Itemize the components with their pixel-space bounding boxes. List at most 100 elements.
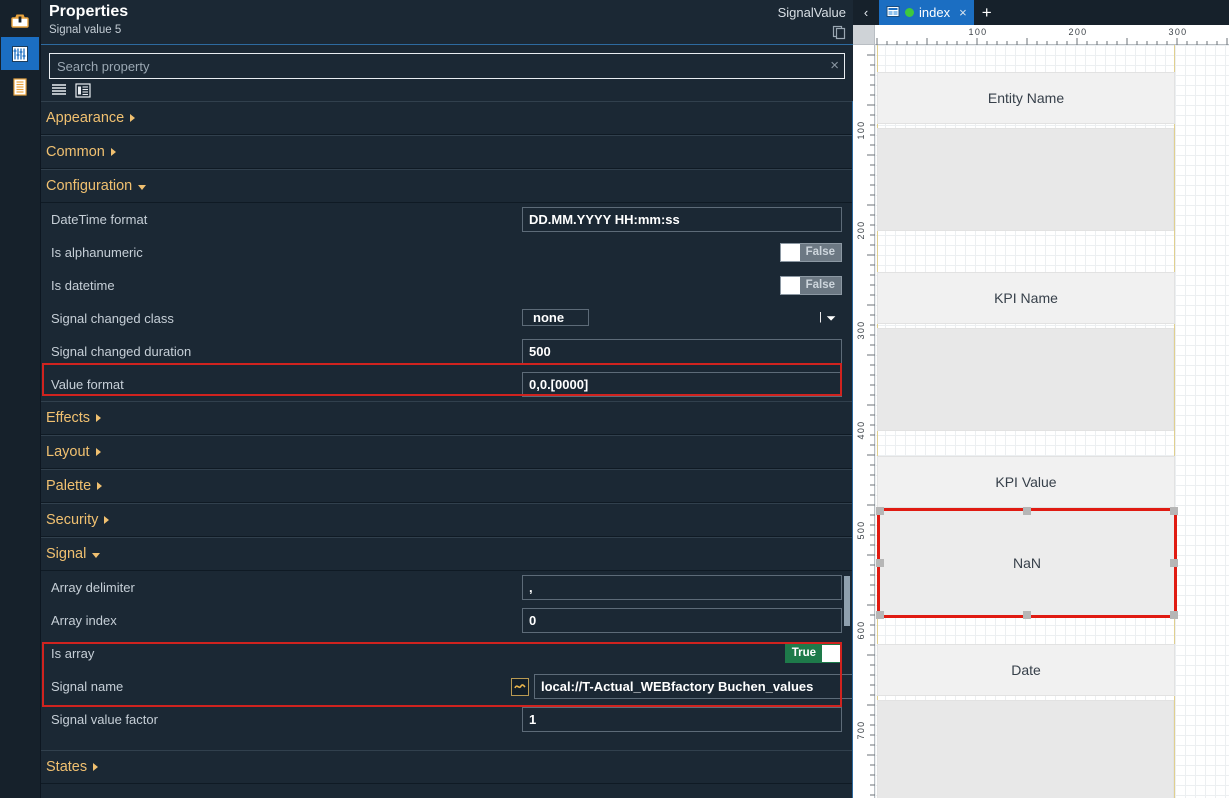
property-group-effects[interactable]: Effects [41,401,852,435]
chevron-down-icon[interactable]: ⏷ [826,310,836,326]
ruler-horizontal: 100 200 300 [853,25,1229,45]
view-mode-buttons [41,79,853,101]
widget-panel-1[interactable] [877,128,1174,231]
property-label: Signal value factor [51,712,158,727]
properties-panel: Properties Signal value 5 SignalValue × [41,0,853,798]
application-window: Properties Signal value 5 SignalValue × [0,0,1229,798]
widget-panel-2[interactable] [877,328,1174,431]
property-label: Signal name [51,679,124,694]
close-icon[interactable]: × [959,5,967,20]
chevron-right-icon [97,482,103,490]
datetime-format-input[interactable] [522,207,842,232]
property-group-palette[interactable]: Palette [41,469,852,503]
property-row-value-format: Value format [41,368,852,401]
resize-handle-nw[interactable] [876,507,884,515]
ruler-h-tick: 300 [1169,27,1188,37]
clear-search-icon[interactable]: × [830,57,839,75]
property-label: Is array [51,646,95,661]
ruler-h-tick: 200 [1069,27,1088,37]
widget-date[interactable]: Date [877,644,1175,696]
property-row-is-alphanumeric: Is alphanumeric False [41,236,852,269]
is-datetime-toggle[interactable]: False [779,276,842,295]
widget-label: KPI Value [995,474,1057,490]
ruler-vertical-ticks: 100 200 300 400 500 600 700 [856,54,875,796]
widget-label: NaN [1012,555,1041,571]
property-group-common[interactable]: Common [41,135,852,169]
resize-handle-e[interactable] [1170,559,1178,567]
array-index-input[interactable] [522,608,842,633]
resize-handle-s[interactable] [1023,611,1031,619]
group-label: Layout [46,444,90,460]
resize-handle-w[interactable] [876,559,884,567]
ruler-origin-corner[interactable] [853,25,875,45]
group-label: Signal [46,546,87,562]
properties-icon [12,45,28,62]
widget-entity-name[interactable]: Entity Name [877,72,1175,124]
chevron-right-icon [110,148,116,156]
property-group-security[interactable]: Security [41,503,852,537]
signal-value-factor-input[interactable] [522,707,842,732]
widget-label: KPI Name [994,290,1058,306]
search-property-wrap: × [49,53,845,79]
group-label: Effects [46,410,91,426]
property-group-configuration[interactable]: Configuration [41,169,852,203]
ruler-h-tick: 100 [969,27,988,37]
ruler-horizontal-ticks: 100 200 300 [876,27,1228,45]
left-icon-rail [0,0,41,798]
design-canvas[interactable]: Entity Name KPI Name KPI Value NaN Date … [853,25,1229,798]
property-label: Is alphanumeric [51,245,143,260]
property-group-appearance[interactable]: Appearance [41,101,852,135]
ruler-v-tick: 500 [856,521,866,540]
properties-scrollbar[interactable] [844,576,850,626]
elements-list-icon-button[interactable] [1,70,39,103]
list-view-icon[interactable] [51,83,67,99]
widget-kpi-value[interactable]: KPI Value [877,456,1175,508]
add-tab-icon[interactable]: + [974,0,1000,25]
search-input[interactable] [49,53,845,79]
toggle-value: False [805,279,835,291]
signal-changed-class-select[interactable]: none [522,309,590,326]
property-group-signal[interactable]: Signal [41,537,852,571]
tab-scroll-left-icon[interactable]: ‹ [853,0,879,25]
properties-list: Appearance Common Configuration DateTime… [41,101,853,798]
widget-signal-value-nan[interactable]: NaN [876,507,1178,619]
resize-handle-sw[interactable] [876,611,884,619]
property-group-layout[interactable]: Layout [41,435,852,469]
toggle-value: False [805,246,835,258]
property-row-signal-changed-duration: Signal changed duration [41,335,852,368]
property-group-states[interactable]: States [41,750,852,784]
group-label: Common [46,144,105,160]
group-label: Appearance [46,110,125,126]
resize-handle-n[interactable] [1023,507,1031,515]
chevron-down-icon [138,184,147,190]
is-alphanumeric-toggle[interactable]: False [779,243,842,262]
properties-icon-button[interactable] [1,37,39,70]
widget-kpi-name[interactable]: KPI Name [877,272,1175,324]
toolbox-icon-button[interactable] [1,4,39,37]
toolbox-icon [11,14,29,28]
ruler-v-tick: 700 [856,721,866,740]
group-label: Configuration [46,178,133,194]
signal-name-input[interactable] [534,674,852,699]
is-array-toggle[interactable]: True [784,644,842,663]
value-format-input[interactable] [522,372,842,397]
copy-icon[interactable] [831,24,847,40]
designer-area: ‹ index × + Entity Name KPI Name KPI Val… [853,0,1229,798]
array-delimiter-input[interactable] [522,575,842,600]
toggle-knob [822,645,841,662]
ruler-v-tick: 600 [856,621,866,640]
ruler-v-tick: 200 [856,221,866,240]
property-label: Is datetime [51,278,115,293]
toggle-value: True [791,647,816,659]
tab-index[interactable]: index × [879,0,974,25]
resize-handle-se[interactable] [1170,611,1178,619]
resize-handle-ne[interactable] [1170,507,1178,515]
signal-changed-duration-input[interactable] [522,339,842,364]
widget-label: Entity Name [987,90,1065,106]
widget-panel-3[interactable] [877,700,1174,798]
page-title: Properties [49,3,129,20]
ruler-v-tick: 100 [856,121,866,140]
grouped-view-icon[interactable] [75,83,91,99]
property-label: Value format [51,377,124,392]
signal-browse-icon[interactable] [511,677,529,696]
